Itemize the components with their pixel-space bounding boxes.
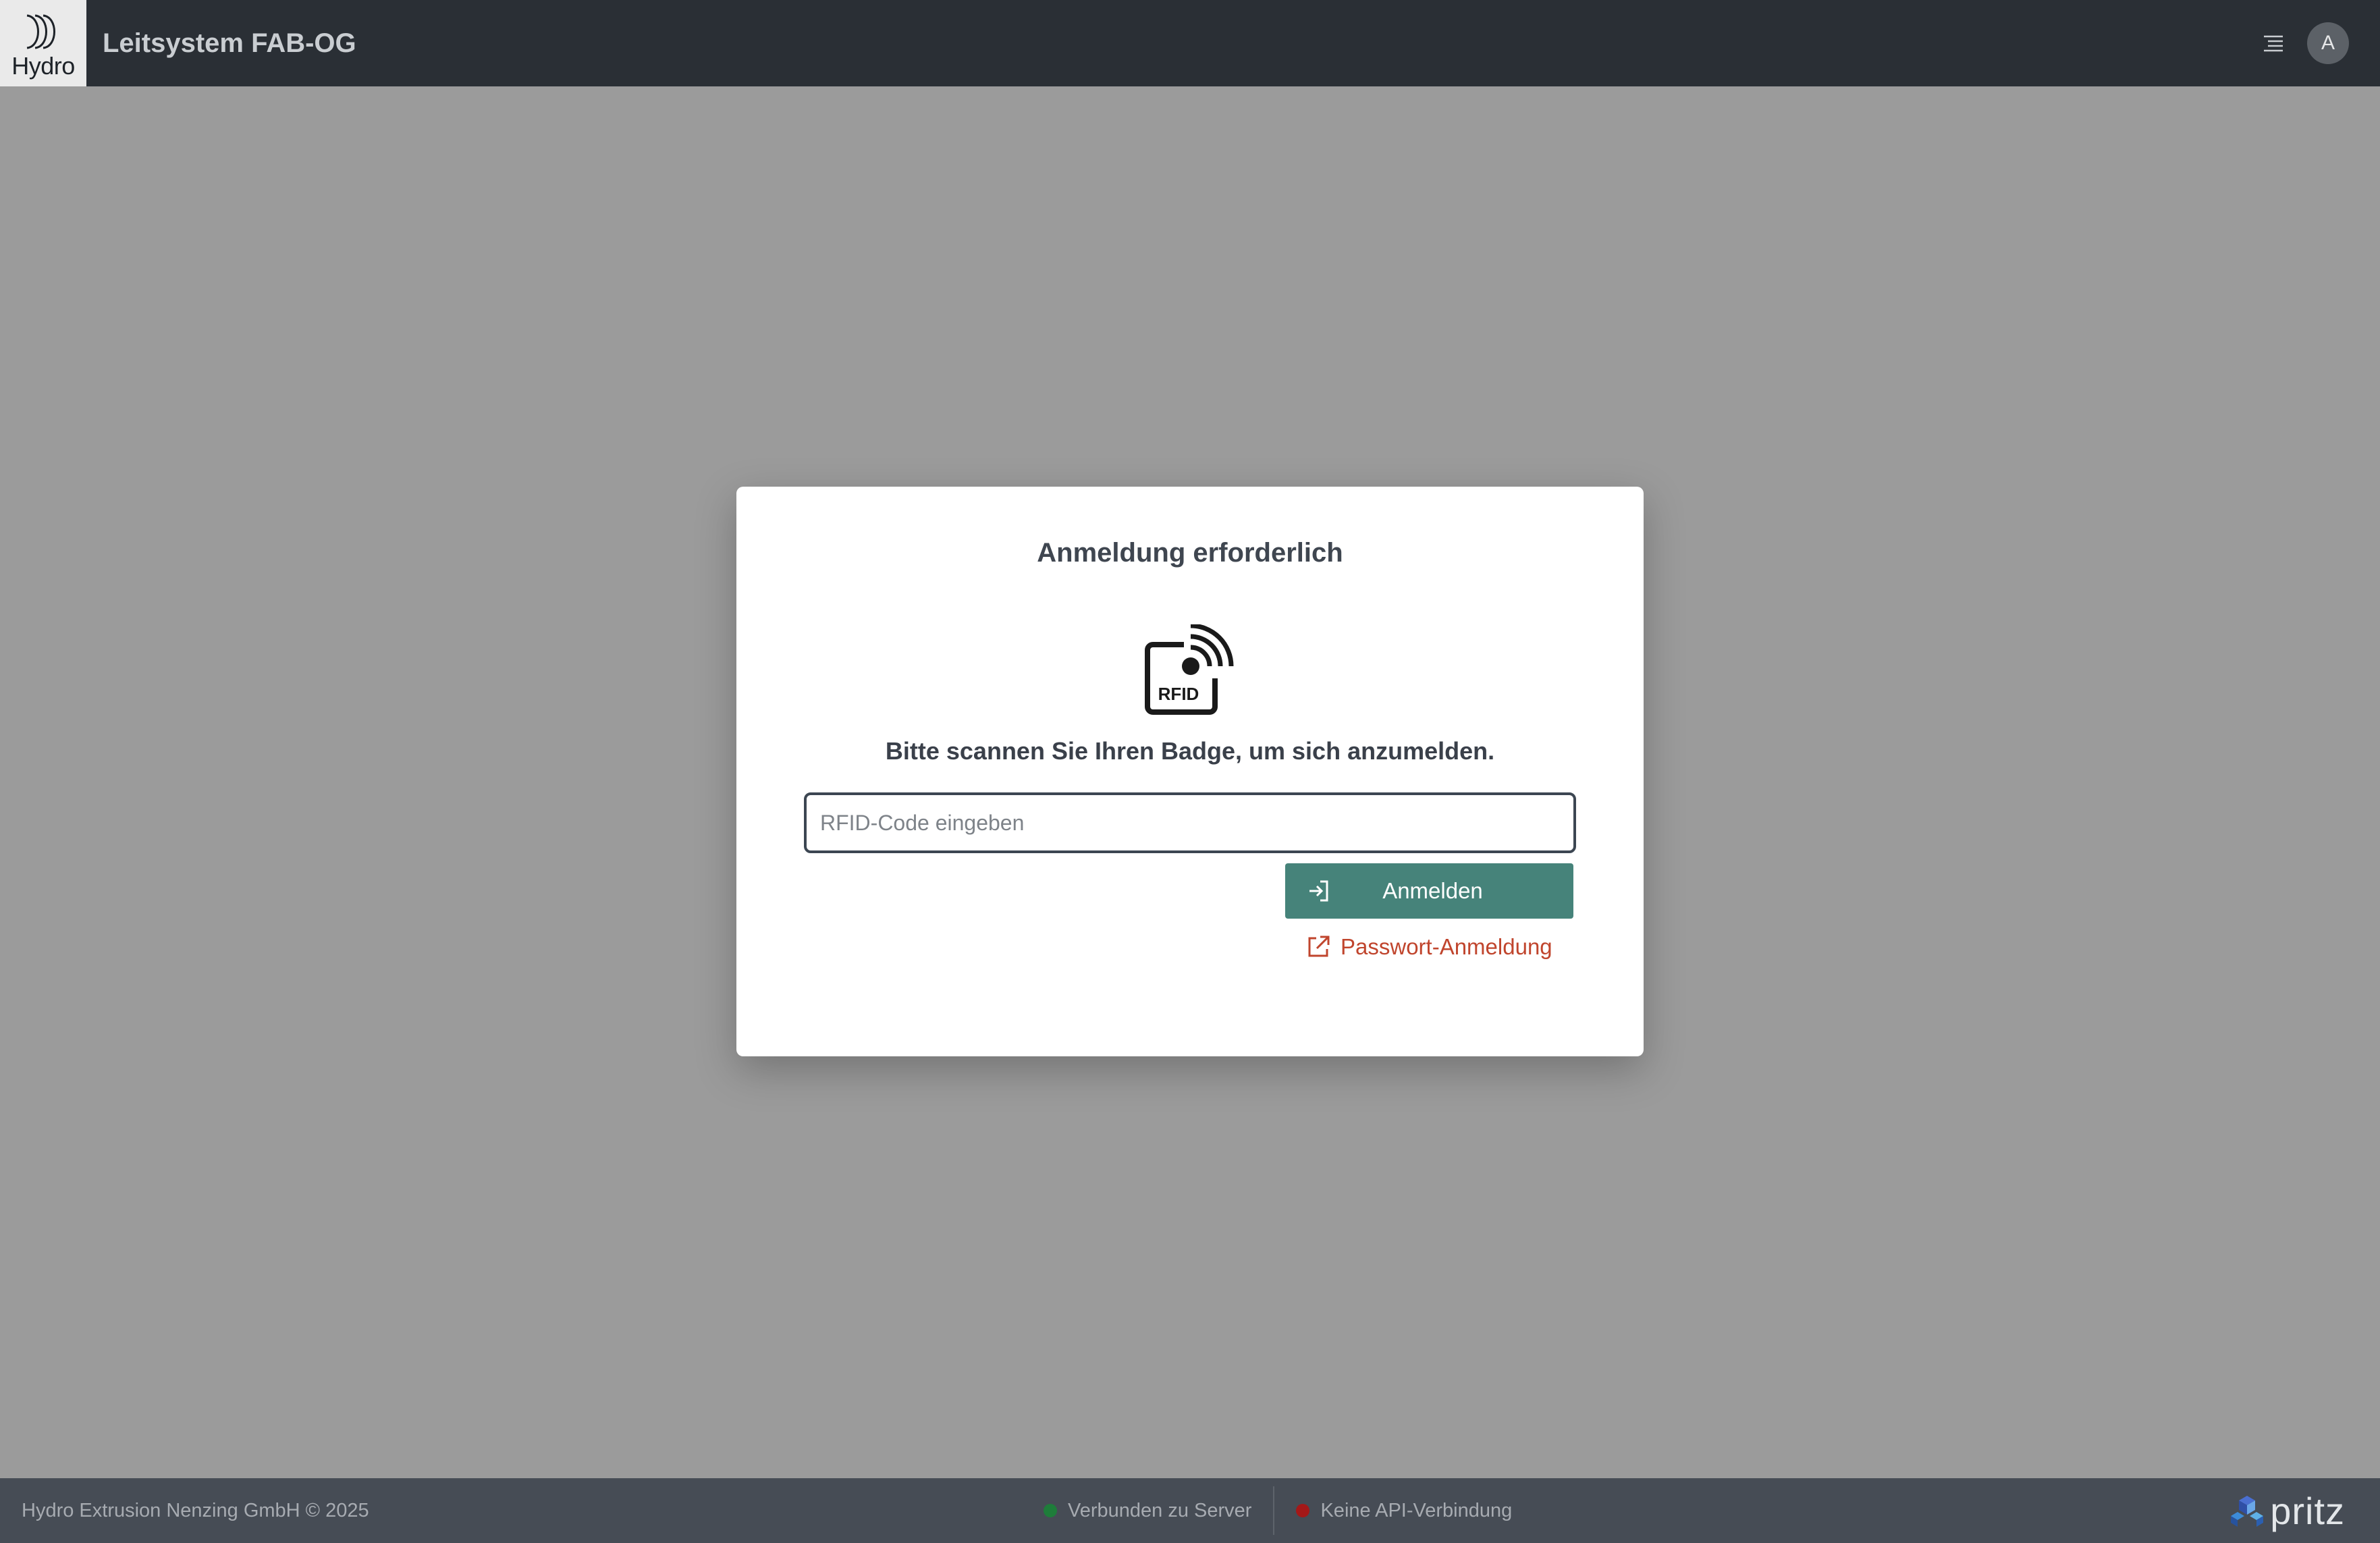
logo-text: Hydro (11, 52, 75, 80)
copyright-text: Hydro Extrusion Nenzing GmbH © 2025 (22, 1499, 369, 1521)
hydro-logo[interactable]: Hydro (0, 0, 86, 86)
footer: Hydro Extrusion Nenzing GmbH © 2025 Verb… (0, 1478, 2380, 1543)
server-status: Verbunden zu Server (1044, 1500, 1251, 1522)
login-button[interactable]: Anmelden (1285, 863, 1573, 919)
pritz-logo-icon (2231, 1496, 2264, 1527)
api-status-label: Keine API-Verbindung (1320, 1499, 1513, 1521)
password-login-label: Passwort-Anmeldung (1341, 934, 1552, 959)
pritz-brand: pritz (2228, 1478, 2345, 1543)
header-actions: A (2261, 22, 2349, 65)
brand-name: pritz (2270, 1489, 2345, 1532)
menu-lines-icon[interactable] (2261, 31, 2286, 55)
api-status: Keine API-Verbindung (1296, 1500, 1512, 1522)
hydro-logo-mark-icon (26, 14, 55, 49)
password-login-link[interactable]: Passwort-Anmeldung (1305, 930, 1552, 964)
login-arrow-icon (1309, 880, 1328, 902)
app-title: Leitsystem FAB-OG (103, 28, 356, 58)
rfid-icon-label: RFID (1158, 684, 1199, 704)
rfid-code-input[interactable] (804, 792, 1576, 853)
server-status-label: Verbunden zu Server (1068, 1499, 1252, 1521)
rfid-icon: RFID (1145, 624, 1238, 715)
user-avatar[interactable]: A (2307, 22, 2349, 64)
dialog-title: Anmeldung erforderlich (1037, 538, 1343, 568)
login-dialog: Anmeldung erforderlich RFID Bitte scanne… (736, 487, 1644, 1056)
top-bar: Hydro Leitsystem FAB-OG A (0, 0, 2380, 86)
external-link-icon (1308, 936, 1330, 957)
login-button-label: Anmelden (1382, 878, 1483, 903)
server-status-dot (1044, 1504, 1057, 1517)
scan-instruction: Bitte scannen Sie Ihren Badge, um sich a… (885, 737, 1495, 765)
api-status-dot (1296, 1504, 1310, 1517)
connection-status: Verbunden zu Server Keine API-Verbindung (1044, 1478, 1512, 1543)
status-divider (1273, 1486, 1275, 1535)
